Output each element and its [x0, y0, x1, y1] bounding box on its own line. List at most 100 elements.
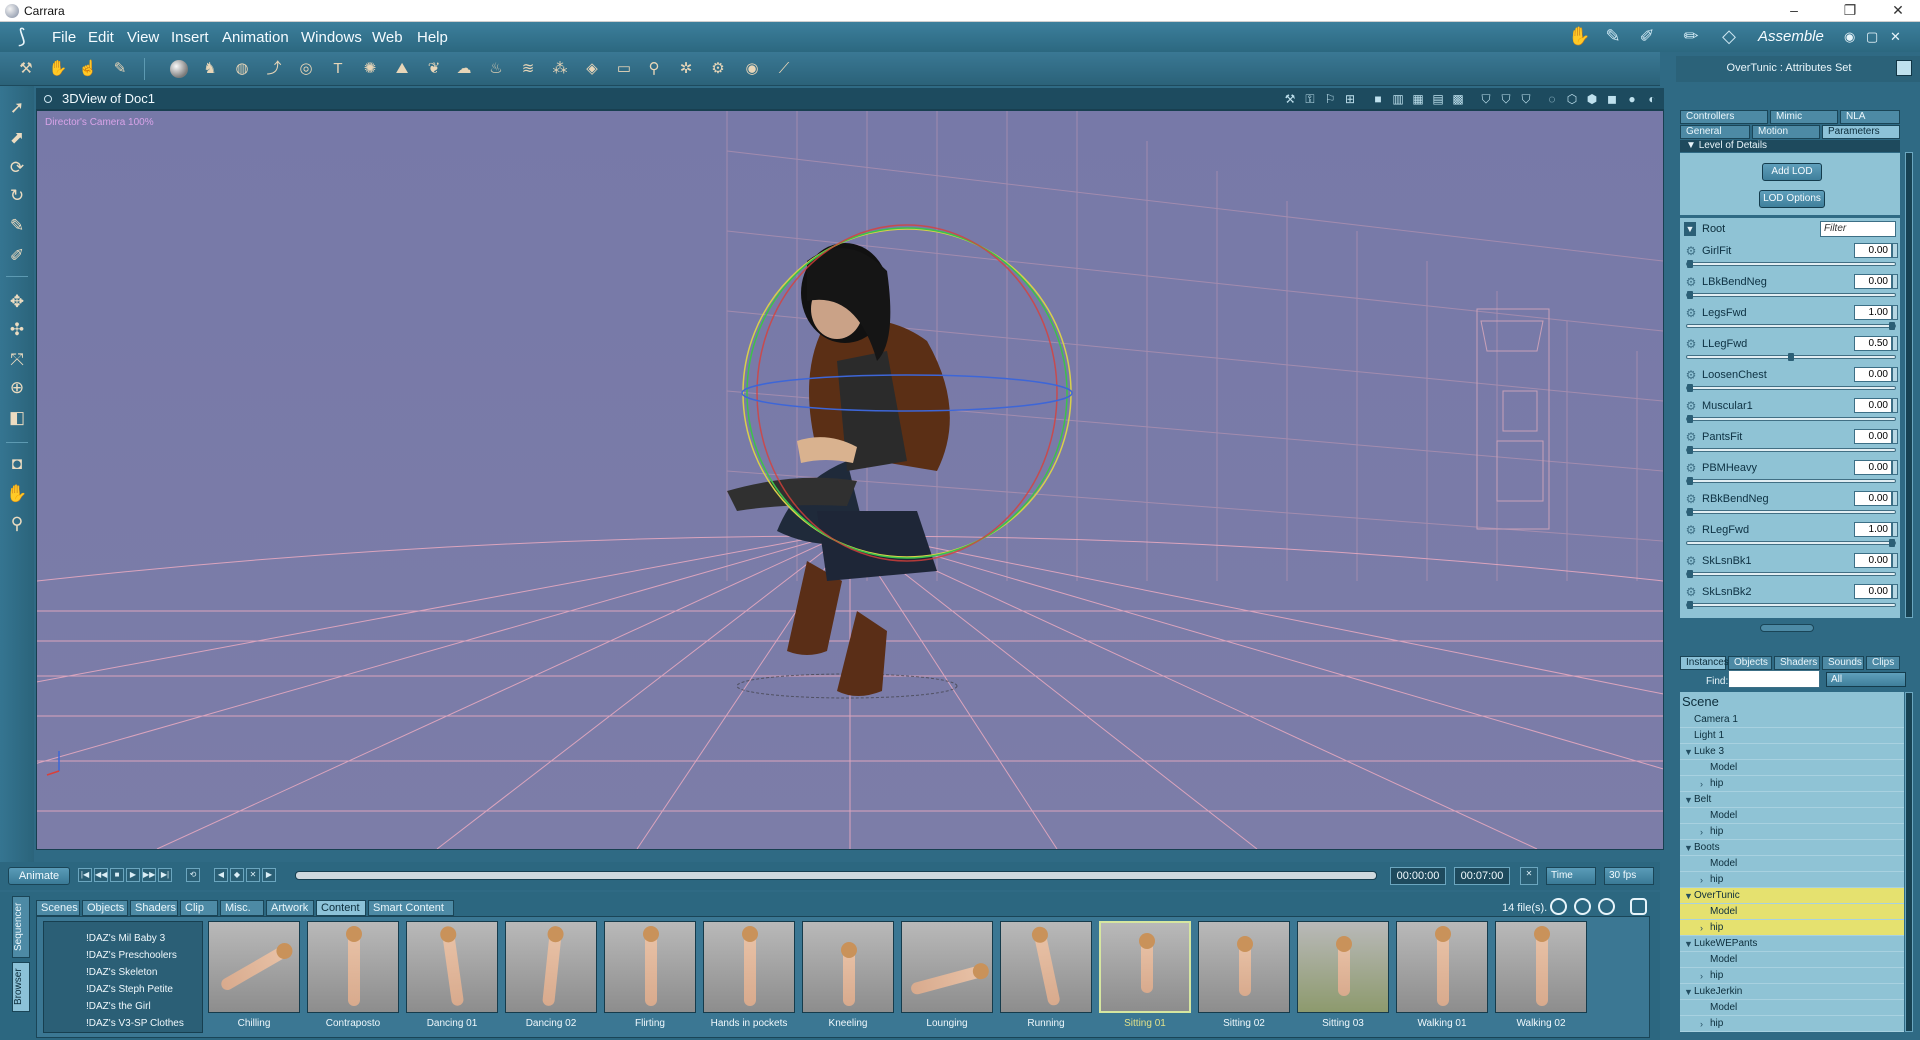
- slider-knob[interactable]: [1687, 570, 1693, 578]
- view-mode-icon-3[interactable]: [1598, 898, 1615, 915]
- browser-menu-icon[interactable]: [1630, 898, 1647, 915]
- insert-ocean-icon[interactable]: ≋: [516, 57, 540, 81]
- insert-vertex-icon[interactable]: ◍: [230, 57, 254, 81]
- scene-item[interactable]: ▼ Luke 3: [1680, 744, 1904, 760]
- current-time-field[interactable]: 00:00:00: [1390, 867, 1446, 885]
- twist-icon[interactable]: ▼: [1684, 984, 1693, 1000]
- panel-maximize-icon[interactable]: ▢: [1866, 29, 1878, 45]
- tab-general[interactable]: General: [1680, 125, 1750, 139]
- find-input[interactable]: [1728, 670, 1820, 688]
- select-arrow-icon[interactable]: ➚: [5, 96, 29, 120]
- scene-filter-select[interactable]: All: [1826, 672, 1906, 687]
- param-slider[interactable]: [1686, 291, 1896, 299]
- render-room-icon[interactable]: ◇: [1718, 26, 1740, 48]
- param-value[interactable]: 0.00: [1854, 274, 1892, 289]
- gear-icon[interactable]: ⚙: [1684, 461, 1698, 475]
- tab-clips[interactable]: Clips: [1866, 656, 1900, 670]
- go-start-icon[interactable]: |◀: [78, 868, 92, 882]
- layout-three-icon[interactable]: ▦: [1410, 91, 1426, 107]
- view-mode-icon-1[interactable]: [1550, 898, 1567, 915]
- restore-icon[interactable]: ❐: [1828, 0, 1872, 22]
- slider-knob[interactable]: [1889, 539, 1895, 547]
- tab-nla[interactable]: NLA: [1840, 110, 1900, 124]
- param-spinner[interactable]: [1892, 274, 1898, 289]
- insert-target-icon[interactable]: ◉: [740, 57, 764, 81]
- scene-item[interactable]: Model: [1680, 952, 1904, 968]
- param-value[interactable]: 0.00: [1854, 398, 1892, 413]
- tab-sounds[interactable]: Sounds: [1822, 656, 1864, 670]
- param-spinner[interactable]: [1892, 429, 1898, 444]
- tab-clip[interactable]: Clip: [180, 900, 218, 916]
- shaded-box-icon[interactable]: ◼: [1604, 91, 1620, 107]
- build-room-icon[interactable]: ✋: [1568, 26, 1590, 48]
- twist-icon[interactable]: ›: [1700, 824, 1703, 840]
- twist-icon[interactable]: ▼: [1684, 744, 1693, 760]
- minimize-icon[interactable]: –: [1772, 0, 1816, 22]
- menu-windows[interactable]: Windows: [301, 29, 362, 46]
- insert-bone-icon[interactable]: ⚲: [642, 57, 666, 81]
- scene-item[interactable]: ▼ LukeJerkin: [1680, 984, 1904, 1000]
- param-value[interactable]: 0.00: [1854, 367, 1892, 382]
- scale-tool-icon[interactable]: ⤧: [5, 348, 29, 372]
- slider-knob[interactable]: [1687, 508, 1693, 516]
- insert-plant-icon[interactable]: ❦: [422, 57, 446, 81]
- layout-two-icon[interactable]: ▥: [1390, 91, 1406, 107]
- texture-room-icon[interactable]: ✏: [1680, 26, 1702, 48]
- close-icon[interactable]: ✕: [1876, 0, 1920, 22]
- twist-icon[interactable]: ▼: [1684, 840, 1693, 856]
- menu-edit[interactable]: Edit: [88, 29, 114, 46]
- scene-item[interactable]: Model: [1680, 808, 1904, 824]
- preview-sphere-icon[interactable]: ●: [1624, 91, 1640, 107]
- param-value[interactable]: 1.00: [1854, 522, 1892, 537]
- thumbnail-flirting[interactable]: Flirting: [604, 921, 696, 1035]
- insert-figure-icon[interactable]: ♞: [198, 57, 222, 81]
- param-spinner[interactable]: [1892, 522, 1898, 537]
- menu-view[interactable]: View: [127, 29, 159, 46]
- scene-item[interactable]: › hip: [1680, 776, 1904, 792]
- insert-environment-icon[interactable]: ✺: [358, 57, 382, 81]
- bend-tool-icon[interactable]: ⚒: [14, 57, 38, 81]
- snapshot-icon[interactable]: ⊞: [1342, 91, 1358, 107]
- param-value[interactable]: 0.00: [1854, 553, 1892, 568]
- param-slider[interactable]: [1686, 384, 1896, 392]
- tree-item[interactable]: !DAZ's Preschoolers: [86, 947, 177, 964]
- camera-orbit-icon[interactable]: ◌: [1544, 91, 1560, 107]
- param-slider[interactable]: [1686, 570, 1896, 578]
- param-spinner[interactable]: [1892, 336, 1898, 351]
- insert-plane-icon[interactable]: ▭: [612, 57, 636, 81]
- param-slider[interactable]: [1686, 353, 1896, 361]
- menu-web[interactable]: Web: [372, 29, 403, 46]
- menu-insert[interactable]: Insert: [171, 29, 209, 46]
- parameters-scrollbar[interactable]: [1905, 152, 1913, 618]
- scene-item[interactable]: › hip: [1680, 1016, 1904, 1032]
- section-level-of-details[interactable]: ▼ Level of Details: [1680, 140, 1900, 152]
- scene-item[interactable]: ▼ OverTunic: [1680, 888, 1904, 904]
- slider-knob[interactable]: [1687, 384, 1693, 392]
- scene-item[interactable]: Model: [1680, 904, 1904, 920]
- panel-splitter[interactable]: [1760, 624, 1814, 632]
- layout-grid-icon[interactable]: ▩: [1450, 91, 1466, 107]
- tree-item[interactable]: !DAZ's Skeleton: [86, 964, 157, 981]
- camera-tool-icon[interactable]: ◘: [5, 452, 29, 476]
- gear-icon[interactable]: ⚙: [1684, 244, 1698, 258]
- hand-tool-icon[interactable]: ✋: [46, 57, 70, 81]
- menu-animation[interactable]: Animation: [222, 29, 289, 46]
- gear-icon[interactable]: ⚙: [1684, 275, 1698, 289]
- stop-icon[interactable]: ■: [110, 868, 124, 882]
- panel-close-icon[interactable]: ✕: [1890, 29, 1901, 45]
- layout-four-icon[interactable]: ▤: [1430, 91, 1446, 107]
- param-spinner[interactable]: [1892, 553, 1898, 568]
- tab-sequencer[interactable]: Sequencer: [12, 896, 30, 958]
- param-spinner[interactable]: [1892, 491, 1898, 506]
- time-mode-select[interactable]: Time: [1546, 867, 1596, 885]
- slider-knob[interactable]: [1687, 260, 1693, 268]
- param-slider[interactable]: [1686, 539, 1896, 547]
- tab-mimic[interactable]: Mimic: [1770, 110, 1838, 124]
- scene-item[interactable]: ▼ Belt: [1680, 792, 1904, 808]
- gear-icon[interactable]: ⚙: [1684, 399, 1698, 413]
- tab-scene-objects[interactable]: Objects: [1728, 656, 1772, 670]
- scene-item[interactable]: ▼ Boots: [1680, 840, 1904, 856]
- gear-icon[interactable]: ⚙: [1684, 368, 1698, 382]
- animate-button[interactable]: Animate: [8, 867, 70, 885]
- translate-plane-icon[interactable]: ✣: [5, 318, 29, 342]
